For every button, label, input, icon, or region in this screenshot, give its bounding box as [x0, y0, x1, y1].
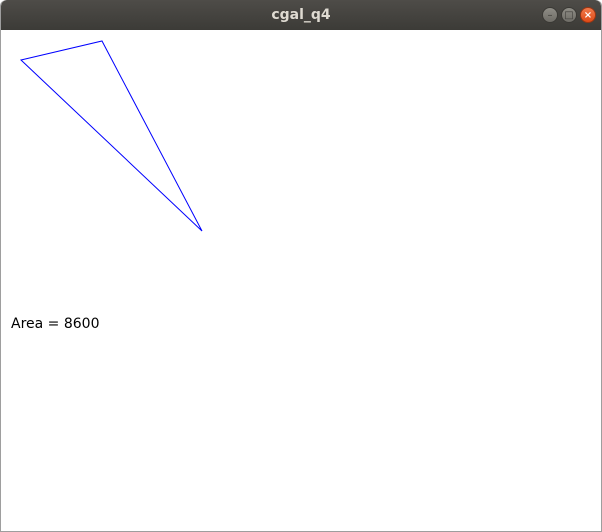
app-window: cgal_q4 – □ × Area = 8600 [0, 0, 602, 532]
title-bar[interactable]: cgal_q4 – □ × [1, 0, 601, 30]
minimize-icon: – [547, 10, 553, 21]
maximize-button[interactable]: □ [561, 7, 577, 23]
close-icon: × [583, 10, 593, 21]
window-title: cgal_q4 [271, 7, 331, 23]
close-button[interactable]: × [580, 7, 596, 23]
canvas-svg [19, 40, 203, 232]
minimize-button[interactable]: – [542, 7, 558, 23]
area-label: Area = 8600 [11, 316, 100, 332]
drawing-canvas: Area = 8600 [1, 30, 601, 531]
triangle-shape [19, 40, 203, 232]
maximize-icon: □ [564, 10, 574, 21]
